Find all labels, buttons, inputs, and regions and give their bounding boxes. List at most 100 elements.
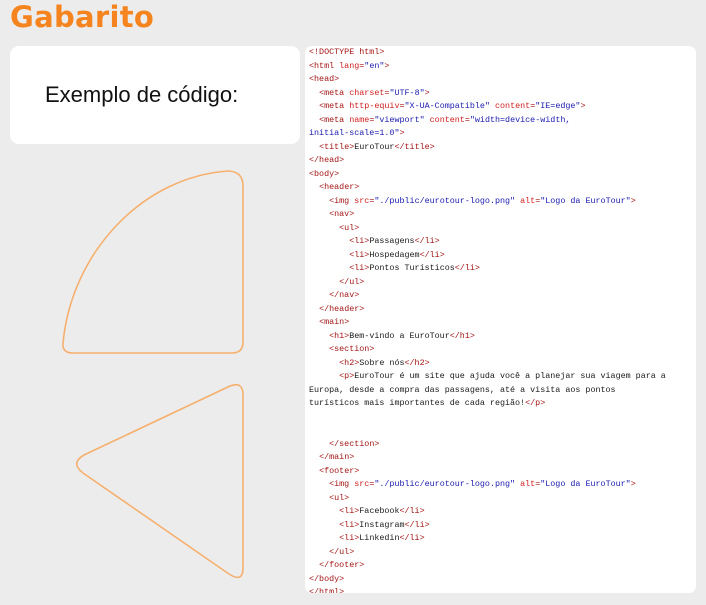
code-line: <p>EuroTour é um site que ajuda você a p… [309, 370, 692, 383]
code-token: > [630, 479, 636, 489]
code-token: </li> [399, 506, 425, 516]
code-token: <header> [319, 182, 360, 192]
code-line: <section> [309, 343, 692, 356]
code-token: src [354, 479, 370, 489]
code-line: <footer> [309, 465, 692, 478]
code-token: "UTF-8" [389, 87, 425, 98]
code-line: <li>Linkedin</li> [309, 532, 692, 545]
code-line: </header> [309, 303, 692, 316]
code-token: "IE=edge" [535, 101, 581, 111]
code-token: Passagens [369, 236, 415, 246]
code-token: <li> [339, 519, 360, 530]
code-line: <!DOCTYPE html> [309, 46, 692, 59]
code-line: </ul> [309, 276, 692, 289]
code-line: <img src="./public/eurotour-logo.png" al… [309, 195, 692, 208]
code-token: </footer> [319, 560, 365, 570]
code-line: <html lang="en"> [309, 60, 692, 73]
code-line: <main> [309, 316, 692, 329]
code-line: </section> [309, 438, 692, 451]
code-line: </footer> [309, 559, 692, 572]
code-line: Europa, desde a compra das passagens, at… [309, 384, 692, 397]
code-token: </html> [309, 587, 345, 593]
code-token: <html [309, 60, 340, 71]
code-token: > [424, 87, 430, 98]
code-token: > [399, 128, 405, 138]
code-token: </main> [319, 452, 355, 462]
code-token: <img [329, 479, 355, 489]
code-token: </head> [309, 155, 345, 165]
code-token: </body> [309, 573, 345, 584]
code-line: <li>Facebook</li> [309, 505, 692, 518]
code-token: "./public/eurotour-logo.png" [374, 479, 516, 489]
code-token: Europa, desde a compra das passagens, at… [309, 384, 616, 395]
code-token: <nav> [329, 209, 355, 219]
code-token: Bem-vindo a EuroTour [349, 330, 450, 341]
code-line: <img src="./public/eurotour-logo.png" al… [309, 478, 692, 491]
code-token: alt [520, 479, 536, 489]
code-line: <h2>Sobre nós</h2> [309, 357, 692, 370]
code-token: <li> [349, 263, 370, 273]
code-token: alt [520, 195, 536, 206]
triangle-shape [75, 383, 244, 579]
code-line: <li>Pontos Turísticos</li> [309, 262, 692, 275]
code-token: "viewport" [374, 114, 425, 125]
code-token: <body> [309, 168, 340, 179]
code-token: "X-UA-Compatible" [404, 101, 490, 111]
code-token: EuroTour [354, 141, 395, 152]
code-token: > [384, 60, 390, 71]
code-line: <body> [309, 168, 692, 181]
code-line: <meta name="viewport" content="width=dev… [309, 114, 692, 127]
code-token: Pontos Turísticos [369, 263, 455, 273]
code-token: > [630, 195, 636, 206]
code-token: <main> [319, 317, 350, 327]
code-line: </html> [309, 586, 692, 593]
code-line: <li>Instagram</li> [309, 519, 692, 532]
code-token: name [349, 114, 370, 125]
code-line: <header> [309, 181, 692, 194]
code-line: <ul> [309, 222, 692, 235]
code-panel: <!DOCTYPE html> <html lang="en"> <head> <m… [305, 46, 696, 593]
code-line: </ul> [309, 546, 692, 559]
quarter-circle-shape [62, 170, 244, 354]
code-token: <li> [339, 533, 360, 543]
code-token: <img [329, 195, 355, 206]
code-token: </ul> [329, 546, 355, 557]
code-line: <head> [309, 73, 692, 86]
code-token: </title> [394, 141, 435, 152]
code-token: content [495, 101, 531, 111]
code-token: <h2> [339, 357, 360, 368]
code-line: <meta http-equiv="X-UA-Compatible" conte… [309, 100, 692, 113]
code-token: http-equiv [349, 101, 400, 111]
code-token: <p> [339, 371, 355, 381]
code-token: Instagram [359, 519, 405, 530]
code-line: <h1>Bem-vindo a EuroTour</h1> [309, 330, 692, 343]
code-token: <h1> [329, 330, 350, 341]
code-token: </nav> [329, 290, 360, 300]
code-token: "./public/eurotour-logo.png" [374, 195, 516, 206]
code-token: </li> [404, 519, 430, 530]
code-token: Facebook [359, 506, 400, 516]
code-token: > [580, 101, 586, 111]
code-token: <ul> [329, 492, 350, 503]
code-line: <nav> [309, 208, 692, 221]
